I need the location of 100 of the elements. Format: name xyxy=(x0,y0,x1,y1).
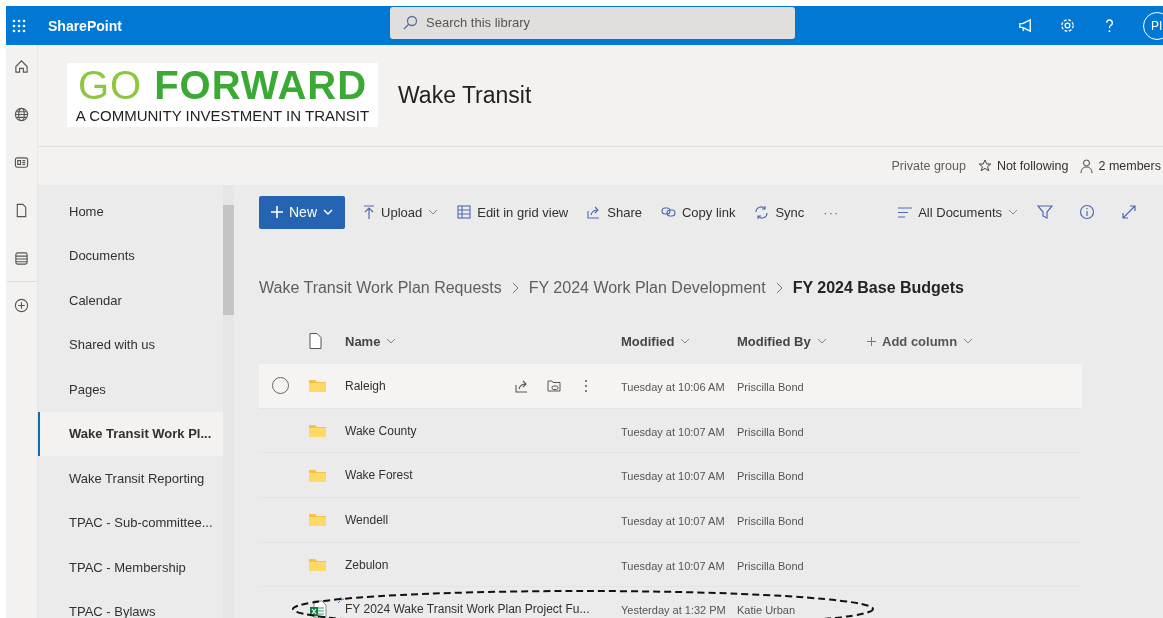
logo-tagline: A COMMUNITY INVESTMENT IN TRANSIT xyxy=(75,107,370,124)
person-icon xyxy=(1080,159,1094,173)
expand-icon[interactable] xyxy=(1121,204,1137,220)
privacy-label: Private group xyxy=(891,159,966,173)
modified-date: Tuesday at 10:07 AM xyxy=(621,470,725,483)
chevron-down-icon xyxy=(963,338,974,344)
plus-icon xyxy=(867,336,876,346)
column-header[interactable]: Name xyxy=(345,333,621,349)
app-name[interactable]: SharePoint xyxy=(48,17,390,34)
settings-icon[interactable] xyxy=(1059,17,1076,34)
list-icon[interactable] xyxy=(14,251,29,266)
file-name-link[interactable]: FY 2024 Wake Transit Work Plan Project Fu... xyxy=(345,602,590,617)
new-item-icon xyxy=(337,596,345,605)
add-icon[interactable] xyxy=(14,298,29,313)
file-row[interactable]: Wake Forest Tuesday at 10:07 AM Priscilla Bond xyxy=(259,453,1082,499)
breadcrumb-current: FY 2024 Base Budgets xyxy=(792,279,964,297)
chevron-down-icon xyxy=(816,338,827,344)
news-icon[interactable] xyxy=(14,155,29,170)
file-name-link[interactable]: Zebulon xyxy=(345,557,389,572)
nav-item[interactable]: Calendar xyxy=(38,278,223,323)
chevron-right-icon xyxy=(511,282,519,294)
modified-by[interactable]: Priscilla Bond xyxy=(737,470,804,483)
home-icon[interactable] xyxy=(14,59,29,74)
plus-icon xyxy=(271,206,283,218)
nav-item[interactable]: TPAC - Membership xyxy=(38,545,223,590)
nav-item[interactable]: Wake Transit Reporting xyxy=(38,456,223,501)
file-name-link[interactable]: Wake Forest xyxy=(345,468,413,483)
sync-button[interactable]: Sync xyxy=(754,204,805,220)
modified-date: Yesterday at 1:32 PM xyxy=(621,604,726,617)
file-row[interactable]: Wake County Tuesday at 10:07 AM Priscilla Bond xyxy=(259,408,1082,454)
modified-by[interactable]: Katie Urban xyxy=(737,604,796,617)
share-icon xyxy=(587,205,602,219)
folder-link-icon[interactable] xyxy=(547,378,561,393)
search-icon xyxy=(402,14,418,31)
modified-by[interactable]: Priscilla Bond xyxy=(737,425,804,438)
follow-button[interactable]: Not following xyxy=(977,159,1069,173)
chevron-down-icon xyxy=(428,209,439,215)
folder-icon xyxy=(309,468,326,482)
file-name-link[interactable]: Wendell xyxy=(345,512,389,527)
scrollbar[interactable] xyxy=(223,185,234,618)
breadcrumb-link[interactable]: FY 2024 Work Plan Development xyxy=(528,279,766,297)
app-launcher-icon[interactable] xyxy=(12,18,26,33)
site-logo[interactable]: GO FORWARD A COMMUNITY INVESTMENT IN TRANSIT xyxy=(67,62,378,127)
logo-text: FORWARD xyxy=(154,65,368,105)
modified-date: Tuesday at 10:06 AM xyxy=(621,380,725,393)
excel-file-icon xyxy=(309,600,327,618)
file-name-link[interactable]: Raleigh xyxy=(345,378,386,393)
file-row[interactable]: Zebulon Tuesday at 10:07 AM Priscilla Bond xyxy=(259,542,1082,588)
nav-item[interactable]: TPAC - Sub-committee... xyxy=(38,500,223,545)
upload-button[interactable]: Upload xyxy=(363,204,439,220)
chevron-down-icon xyxy=(323,209,333,215)
document-icon[interactable] xyxy=(14,203,29,218)
copy-link-button[interactable]: Copy link xyxy=(660,204,736,220)
modified-by[interactable]: Priscilla Bond xyxy=(737,514,804,527)
column-header[interactable]: Modified By xyxy=(737,333,827,349)
modified-by[interactable]: Priscilla Bond xyxy=(737,559,804,572)
new-button[interactable]: New xyxy=(259,195,345,229)
megaphone-icon[interactable] xyxy=(1017,17,1034,34)
nav-item[interactable]: Shared with us xyxy=(38,322,223,367)
star-icon xyxy=(977,159,992,173)
chevron-down-icon xyxy=(1008,209,1018,215)
file-row[interactable]: Wendell Tuesday at 10:07 AM Priscilla Bond xyxy=(259,498,1082,543)
file-type-icon[interactable] xyxy=(309,333,322,349)
site-title[interactable]: Wake Transit xyxy=(398,82,532,109)
more-button[interactable]: ··· xyxy=(823,204,840,220)
column-header[interactable]: Modified xyxy=(621,333,691,349)
chevron-down-icon xyxy=(680,338,691,344)
grid-view-button[interactable]: Edit in grid view xyxy=(457,204,569,220)
grid-icon xyxy=(457,205,472,219)
nav-item[interactable]: Wake Transit Work Pl... xyxy=(38,411,223,456)
modified-date: Tuesday at 10:07 AM xyxy=(621,425,725,438)
chevron-down-icon xyxy=(386,338,397,344)
share-icon[interactable] xyxy=(515,378,529,393)
modified-by[interactable]: Priscilla Bond xyxy=(737,380,804,393)
share-button[interactable]: Share xyxy=(587,204,642,220)
upload-icon xyxy=(363,205,375,219)
file-row[interactable]: Raleigh Tuesday at 10:06 AM Priscilla Bond xyxy=(259,364,1082,409)
file-row[interactable]: FY 2024 Wake Transit Work Plan Project Fu... Yesterday at 1:32 PM Katie Urban xyxy=(259,587,1082,618)
globe-icon[interactable] xyxy=(14,107,29,122)
chevron-right-icon xyxy=(775,282,783,294)
search-field[interactable]: Search this library xyxy=(390,6,795,39)
members-button[interactable]: 2 members xyxy=(1080,159,1161,173)
add-column-button[interactable]: Add column xyxy=(867,333,974,349)
nav-item[interactable]: Pages xyxy=(38,367,223,412)
folder-icon xyxy=(309,379,326,393)
nav-item[interactable]: Documents xyxy=(38,233,223,278)
folder-icon xyxy=(309,424,326,438)
filter-icon[interactable] xyxy=(1037,204,1053,220)
breadcrumb-link[interactable]: Wake Transit Work Plan Requests xyxy=(259,279,502,297)
folder-icon xyxy=(309,513,326,527)
folder-icon xyxy=(309,558,326,572)
modified-date: Tuesday at 10:07 AM xyxy=(621,514,725,527)
sync-icon xyxy=(754,204,770,220)
nav-item[interactable]: Home xyxy=(38,189,223,234)
file-name-link[interactable]: Wake County xyxy=(345,423,417,438)
lines-icon xyxy=(898,206,913,218)
view-selector[interactable]: All Documents xyxy=(898,204,1018,220)
link-icon xyxy=(660,206,676,218)
info-icon[interactable] xyxy=(1079,204,1095,220)
modified-date: Tuesday at 10:07 AM xyxy=(621,559,725,572)
